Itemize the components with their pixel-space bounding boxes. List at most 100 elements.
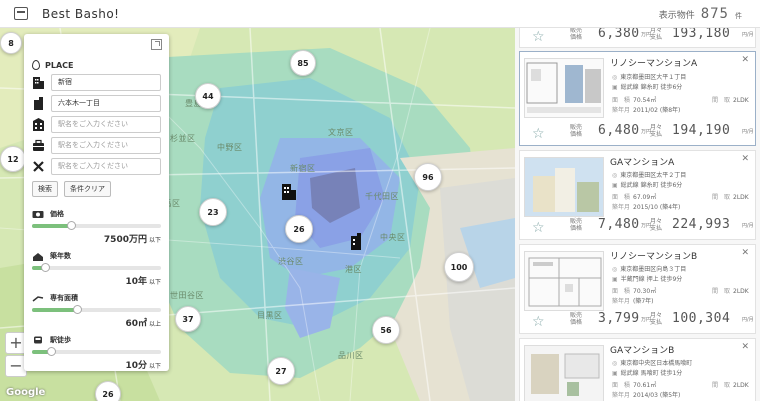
- floorplan-thumbnail[interactable]: [524, 157, 604, 217]
- price-filter-value-row: 7500万円 以下: [32, 232, 161, 245]
- price-row: ☆ 販売 価格 6,380 万円 月々 支払 193,180 円/月: [520, 28, 755, 47]
- slider-handle[interactable]: [66, 221, 76, 230]
- listing-station-row: ▣ 総武線 錦糸町 徒歩6分: [612, 180, 682, 189]
- clear-conditions-button[interactable]: 条件クリア: [64, 181, 111, 197]
- listing-layout: 2LDK: [733, 97, 749, 104]
- map-cluster[interactable]: 26: [285, 215, 313, 243]
- listing-area: 70.54㎡: [633, 97, 657, 104]
- area-label: 面 積: [612, 288, 631, 295]
- favorite-star-icon[interactable]: ☆: [532, 220, 545, 236]
- listing-built: 2011/02 (築8年): [633, 107, 681, 114]
- listing-layout: 2LDK: [733, 382, 749, 389]
- office-building-icon: [33, 77, 44, 89]
- listing-station: 半蔵門線 押上 徒歩9分: [620, 276, 683, 283]
- floorplan-thumbnail[interactable]: [524, 58, 604, 118]
- favorite-star-icon[interactable]: ☆: [532, 126, 545, 142]
- built-label: 築年月: [612, 107, 631, 114]
- ward-label: 文京区: [328, 128, 354, 137]
- map-cluster[interactable]: 23: [199, 198, 227, 226]
- building-pin-icon[interactable]: [349, 233, 363, 250]
- monthly-unit: 円/月: [742, 129, 754, 135]
- listing-panel[interactable]: ☆ 販売 価格 6,380 万円 月々 支払 193,180 円/月 リノシーマ…: [515, 28, 760, 401]
- map-cluster[interactable]: 12: [0, 146, 26, 172]
- map-cluster[interactable]: 8: [0, 32, 22, 54]
- ward-label: 渋谷区: [278, 257, 304, 266]
- listing-card[interactable]: リノシーマンションA ✕ ◎ 東京都墨田区大平１丁目 ▣ 総武線 錦糸町 徒歩6分 …: [519, 51, 756, 146]
- listing-name[interactable]: GAマンションB: [610, 343, 674, 356]
- map-cluster[interactable]: 26: [95, 381, 121, 401]
- collapse-panel-icon[interactable]: [151, 39, 162, 50]
- price-slider[interactable]: [32, 221, 161, 230]
- close-icon[interactable]: ✕: [741, 55, 749, 65]
- listing-station: 総武線 馬喰町 徒歩1分: [620, 370, 683, 377]
- listing-address-row: ◎ 東京都墨田区向島３丁目: [612, 264, 686, 273]
- slider-handle[interactable]: [47, 347, 57, 356]
- station-input-5[interactable]: 駅名をご入力ください: [51, 158, 161, 175]
- map-cluster[interactable]: 85: [290, 50, 316, 76]
- station-input-2[interactable]: 六本木一丁目: [51, 95, 161, 112]
- result-count-unit: 件: [735, 12, 742, 20]
- map-cluster[interactable]: 37: [175, 306, 201, 332]
- floorplan-thumbnail[interactable]: [524, 251, 604, 311]
- listing-card[interactable]: GAマンションB ✕ ◎ 東京都中央区日本橋馬喰町 ▣ 総武線 馬喰町 徒歩1分 面…: [519, 338, 756, 401]
- listing-layout: 2LDK: [733, 288, 749, 295]
- map-cluster[interactable]: 96: [414, 163, 442, 191]
- result-count-value: 875: [700, 6, 729, 22]
- price-label: 販売 価格: [570, 124, 583, 138]
- ward-label: 世田谷区: [170, 291, 204, 300]
- map-cluster[interactable]: 100: [444, 252, 474, 282]
- location-icon: ◎: [612, 172, 618, 179]
- slider-handle[interactable]: [73, 305, 83, 314]
- monthly-unit: 円/月: [742, 317, 754, 323]
- walk-filter: 駅徒歩 10分 以下: [32, 335, 161, 371]
- listing-card[interactable]: ☆ 販売 価格 6,380 万円 月々 支払 193,180 円/月: [519, 28, 756, 48]
- price-value: 6,380: [598, 28, 640, 41]
- close-icon[interactable]: ✕: [741, 342, 749, 352]
- floorplan-thumbnail[interactable]: [524, 345, 604, 401]
- tower-icon: [34, 97, 43, 110]
- listing-address-row: ◎ 東京都中央区日本橋馬喰町: [612, 358, 692, 367]
- favorite-star-icon[interactable]: ☆: [532, 314, 545, 330]
- listing-card[interactable]: リノシーマンションB ✕ ◎ 東京都墨田区向島３丁目 ▣ 半蔵門線 押上 徒歩9分 …: [519, 244, 756, 334]
- age-filter-suffix: 以下: [148, 279, 161, 286]
- monthly-value: 100,304: [672, 311, 731, 326]
- train-icon: ▣: [612, 370, 618, 377]
- listing-layout-group: 間 取 2LDK: [712, 95, 749, 104]
- price-row: ☆ 販売 価格 7,480 万円 月々 支払 224,993 円/月: [520, 216, 755, 238]
- station-row: 駅名をご入力ください: [32, 158, 161, 175]
- listing-built: 2014/03 (築5年): [633, 392, 681, 399]
- station-input-3[interactable]: 駅名をご入力ください: [51, 116, 161, 133]
- close-icon[interactable]: ✕: [741, 154, 749, 164]
- area-label: 面 積: [612, 194, 631, 201]
- result-count-label: 表示物件: [658, 11, 695, 21]
- station-input-1[interactable]: 新宿: [51, 74, 161, 91]
- age-slider[interactable]: [32, 263, 161, 272]
- place-heading: PLACE: [32, 60, 161, 70]
- area-label: 面 積: [612, 382, 631, 389]
- listing-station: 総武線 錦糸町 徒歩6分: [620, 182, 683, 189]
- layout-label: 間 取: [712, 97, 731, 104]
- listing-name[interactable]: GAマンションA: [610, 155, 674, 168]
- walk-filter-suffix: 以下: [148, 363, 161, 370]
- map-cluster[interactable]: 56: [372, 316, 400, 344]
- floorplan-image: [525, 158, 603, 216]
- listing-name[interactable]: リノシーマンションB: [610, 249, 697, 262]
- listing-built-row: 築年月 2011/02 (築8年): [612, 105, 680, 114]
- slider-handle[interactable]: [40, 263, 50, 272]
- search-button[interactable]: 検索: [32, 181, 58, 197]
- map-cluster[interactable]: 44: [195, 83, 221, 109]
- listing-name[interactable]: リノシーマンションA: [610, 56, 697, 69]
- train-icon: ▣: [612, 84, 618, 91]
- floorplan-image: [526, 62, 601, 113]
- walk-slider[interactable]: [32, 347, 161, 356]
- price-value: 6,480: [598, 123, 640, 138]
- train-icon: [34, 336, 42, 343]
- area-slider[interactable]: [32, 305, 161, 314]
- close-icon[interactable]: ✕: [741, 248, 749, 258]
- map-cluster[interactable]: 27: [267, 357, 295, 385]
- listing-card[interactable]: GAマンションA ✕ ◎ 東京都墨田区太平２丁目 ▣ 総武線 錦糸町 徒歩6分 面 …: [519, 150, 756, 240]
- favorite-star-icon[interactable]: ☆: [532, 29, 545, 45]
- building-pin-icon[interactable]: [281, 182, 297, 200]
- ward-label: 千代田区: [365, 192, 399, 201]
- station-input-4[interactable]: 駅名をご入力ください: [51, 137, 161, 154]
